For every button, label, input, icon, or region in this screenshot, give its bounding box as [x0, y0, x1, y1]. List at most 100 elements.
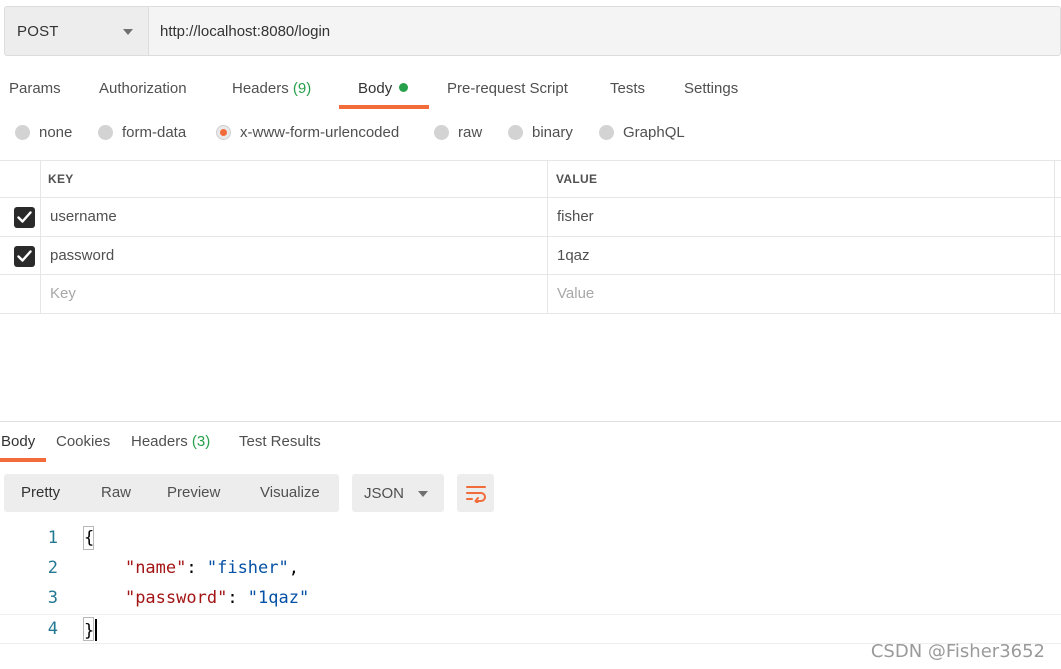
json-comma: ,	[288, 558, 299, 578]
row-checkbox[interactable]	[14, 207, 35, 228]
tab-settings[interactable]: Settings	[684, 80, 738, 97]
value-cell[interactable]: 1qaz	[549, 236, 1055, 274]
tab-headers[interactable]: Headers (9)	[232, 80, 311, 97]
table-row: password 1qaz	[0, 236, 1061, 275]
body-type-selector: none form-data x-www-form-urlencoded raw…	[0, 124, 1061, 148]
format-select[interactable]: JSON	[352, 474, 444, 512]
code-line: 1 {	[0, 524, 1061, 554]
response-tab-headers-count: (3)	[191, 433, 211, 450]
url-text: http://localhost:8080/login	[160, 22, 331, 40]
chevron-down-icon	[123, 29, 133, 35]
radio-circle-icon	[434, 125, 449, 140]
radio-label: form-data	[122, 124, 187, 141]
row-checkbox[interactable]	[14, 245, 35, 267]
response-tab-body[interactable]: Body	[1, 433, 35, 450]
line-number: 1	[47, 528, 58, 548]
params-table: KEY VALUE username fisher password 1qaz …	[0, 160, 1061, 314]
code-text: "password": "1qaz"	[84, 588, 309, 608]
response-code-view[interactable]: 1 { 2 "name": "fisher", 3 "password": "1…	[0, 524, 1061, 644]
key-text: password	[50, 246, 115, 264]
radio-selected-icon	[216, 125, 231, 140]
radio-none[interactable]: none	[15, 124, 72, 141]
key-text: username	[50, 208, 117, 226]
header-key: KEY	[40, 161, 548, 197]
check-icon	[17, 249, 32, 262]
watermark: CSDN @Fisher3652	[870, 641, 1045, 662]
tab-headers-label: Headers	[232, 80, 289, 97]
json-colon: :	[186, 558, 207, 578]
view-mode-group: Pretty Raw Preview Visualize	[4, 474, 339, 512]
tab-body[interactable]: Body	[358, 80, 409, 97]
code-text: {	[84, 528, 94, 548]
radio-form-data[interactable]: form-data	[98, 124, 186, 141]
radio-circle-icon	[15, 125, 30, 140]
table-row-new: Key Value	[0, 275, 1061, 314]
code-close-brace: }	[84, 621, 95, 641]
view-pretty-button[interactable]: Pretty	[21, 484, 60, 501]
header-value: VALUE	[549, 161, 1055, 197]
tab-tests[interactable]: Tests	[610, 80, 645, 97]
response-tab-headers[interactable]: Headers (3)	[131, 433, 210, 450]
value-text: fisher	[557, 208, 594, 226]
value-cell[interactable]: fisher	[549, 198, 1055, 236]
tab-headers-count: (9)	[292, 80, 312, 97]
view-preview-button[interactable]: Preview	[167, 484, 220, 501]
table-row: username fisher	[0, 198, 1061, 237]
code-text: }	[84, 619, 98, 641]
request-tabs: Params Authorization Headers (9) Body Pr…	[0, 72, 1061, 110]
radio-label: raw	[458, 124, 483, 141]
response-tab-headers-label: Headers	[131, 433, 188, 450]
code-open-brace: {	[84, 528, 95, 548]
line-number: 4	[47, 619, 58, 639]
request-bar: POST http://localhost:8080/login	[4, 6, 1061, 56]
wrap-lines-button[interactable]	[457, 474, 494, 512]
response-tab-test-results[interactable]: Test Results	[239, 433, 321, 450]
text-cursor	[95, 619, 98, 641]
code-line-current: 4 }	[0, 614, 1061, 644]
format-label: JSON	[364, 484, 405, 502]
code-line: 2 "name": "fisher",	[0, 554, 1061, 584]
active-tab-indicator	[339, 105, 429, 109]
code-text: "name": "fisher",	[84, 558, 299, 578]
line-number: 3	[47, 588, 58, 608]
table-header: KEY VALUE	[0, 160, 1061, 198]
json-value: "1qaz"	[247, 588, 310, 608]
code-line: 3 "password": "1qaz"	[0, 584, 1061, 614]
tab-prerequest-script[interactable]: Pre-request Script	[447, 80, 568, 97]
chevron-down-icon	[418, 491, 428, 497]
key-input[interactable]: Key	[40, 275, 548, 313]
modified-dot-icon	[399, 83, 409, 92]
radio-binary[interactable]: binary	[508, 124, 573, 141]
key-placeholder: Key	[50, 285, 76, 303]
url-input[interactable]: http://localhost:8080/login	[148, 6, 1061, 56]
method-select[interactable]: POST	[4, 6, 148, 56]
json-value: "fisher"	[206, 558, 289, 578]
active-tab-indicator	[0, 458, 46, 462]
key-cell[interactable]: password	[40, 236, 548, 274]
value-text: 1qaz	[557, 246, 590, 264]
view-raw-button[interactable]: Raw	[101, 484, 131, 501]
json-colon: :	[227, 588, 248, 608]
tab-params[interactable]: Params	[9, 80, 61, 97]
tab-authorization[interactable]: Authorization	[99, 80, 187, 97]
radio-label: binary	[532, 124, 573, 141]
value-input[interactable]: Value	[549, 275, 1055, 313]
radio-circle-icon	[98, 125, 113, 140]
line-number: 2	[47, 558, 58, 578]
radio-raw[interactable]: raw	[434, 124, 482, 141]
response-tabs: Body Cookies Headers (3) Test Results	[0, 430, 1061, 464]
radio-graphql[interactable]: GraphQL	[599, 124, 685, 141]
radio-circle-icon	[508, 125, 523, 140]
radio-label: none	[39, 124, 73, 141]
view-visualize-button[interactable]: Visualize	[260, 484, 320, 501]
radio-label: GraphQL	[623, 124, 685, 141]
radio-circle-icon	[599, 125, 614, 140]
key-cell[interactable]: username	[40, 198, 548, 236]
wrap-lines-icon	[466, 486, 486, 503]
radio-urlencoded[interactable]: x-www-form-urlencoded	[216, 124, 399, 141]
response-tab-cookies[interactable]: Cookies	[56, 433, 110, 450]
check-icon	[17, 211, 32, 223]
json-key: "name"	[124, 558, 187, 578]
